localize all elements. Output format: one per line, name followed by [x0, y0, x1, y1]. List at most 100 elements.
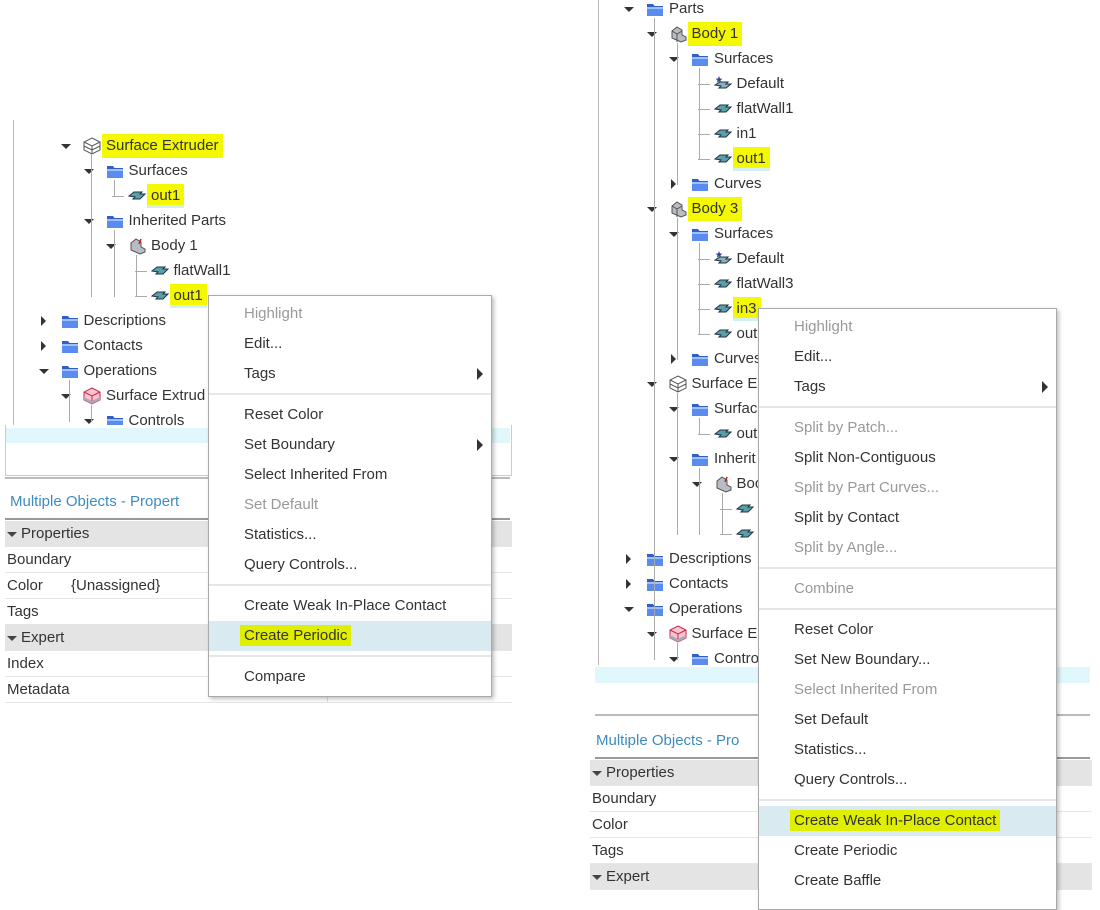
collapse-arrow-icon[interactable]	[669, 447, 679, 471]
menu-item-edit[interactable]: Edit...	[209, 329, 491, 359]
tree-guide-line	[676, 643, 678, 660]
expand-arrow-icon[interactable]	[669, 172, 679, 196]
menu-item-create-periodic[interactable]: Create Periodic	[759, 836, 1056, 866]
menu-item-set-default[interactable]: Set Default	[759, 705, 1056, 735]
tree-item-default[interactable]: Default	[599, 72, 1091, 96]
menu-item-label: Create Baffle	[794, 872, 882, 889]
tree-item-label: Inherited Parts	[128, 212, 227, 229]
menu-item-label: Create Weak In-Place Contact	[790, 810, 1001, 831]
menu-item-select-inherited-from[interactable]: Select Inherited From	[759, 675, 1056, 705]
menu-item-label: Statistics...	[244, 526, 317, 543]
menu-item-set-default[interactable]: Set Default	[209, 490, 491, 520]
property-label: Index	[7, 655, 44, 672]
menu-item-reset-color[interactable]: Reset Color	[209, 400, 491, 430]
collapse-arrow-icon[interactable]	[646, 197, 657, 221]
tree-item-label: Surface Extruder	[102, 134, 223, 158]
tree-item-flatwall3[interactable]: flatWall3	[599, 272, 1091, 296]
menu-item-tags[interactable]: Tags	[759, 372, 1056, 402]
collapse-arrow-icon[interactable]	[669, 647, 679, 665]
menu-item-create-periodic[interactable]: Create Periodic	[209, 621, 491, 651]
menu-item-query-controls[interactable]: Query Controls...	[759, 765, 1056, 795]
collapse-arrow-icon[interactable]	[646, 22, 657, 46]
menu-item-statistics[interactable]: Statistics...	[759, 735, 1056, 765]
menu-item-split-by-angle[interactable]: Split by Angle...	[759, 533, 1056, 563]
menu-item-split-by-part-curves[interactable]: Split by Part Curves...	[759, 473, 1056, 503]
property-value[interactable]: {Unassigned}	[71, 573, 160, 598]
menu-item-highlight[interactable]: Highlight	[209, 299, 491, 329]
tree-item-out1[interactable]: out1	[599, 147, 1091, 171]
tree-item-in1[interactable]: in1	[599, 122, 1091, 146]
tree-item-label: Parts	[669, 0, 705, 17]
collapse-arrow-icon[interactable]	[38, 359, 49, 383]
menu-item-tags[interactable]: Tags	[209, 359, 491, 389]
menu-item-select-inherited-from[interactable]: Select Inherited From	[209, 460, 491, 490]
collapse-arrow-icon[interactable]	[61, 134, 71, 158]
menu-item-set-new-boundary[interactable]: Set New Boundary...	[759, 645, 1056, 675]
tree-item-body-1[interactable]: Body 1	[14, 234, 511, 258]
expand-arrow-icon[interactable]	[39, 334, 49, 358]
collapse-arrow-icon[interactable]	[669, 222, 679, 246]
collapse-arrow-icon[interactable]	[83, 159, 94, 183]
menu-item-create-weak-in-place-contact[interactable]: Create Weak In-Place Contact	[759, 806, 1056, 836]
expand-arrow-icon[interactable]	[624, 547, 634, 571]
tree-item-curves[interactable]: Curves	[599, 172, 1091, 196]
surface-icon	[713, 275, 732, 293]
surface-icon	[713, 100, 732, 118]
menu-item-compare[interactable]: Compare	[209, 662, 491, 692]
menu-separator	[759, 799, 1056, 801]
collapse-arrow-icon[interactable]	[646, 622, 657, 646]
collapse-arrow-icon[interactable]	[61, 384, 71, 408]
tree-item-surfaces[interactable]: Surfaces	[599, 47, 1091, 71]
tree-item-label: Operations	[83, 362, 157, 379]
collapse-arrow-icon[interactable]	[83, 409, 94, 425]
tree-item-surfaces[interactable]: Surfaces	[14, 159, 511, 183]
tree-item-label: out1	[732, 147, 770, 171]
property-label: Tags	[592, 842, 624, 859]
tree-item-body-3[interactable]: Body 3	[599, 197, 1091, 221]
menu-item-set-boundary[interactable]: Set Boundary	[209, 430, 491, 460]
cad-body-icon	[714, 475, 732, 493]
menu-item-create-baffle[interactable]: Create Baffle	[759, 866, 1056, 896]
menu-item-split-non-contiguous[interactable]: Split Non-Contiguous	[759, 443, 1056, 473]
tree-item-body-1[interactable]: Body 1	[599, 22, 1091, 46]
menu-item-create-weak-in-place-contact[interactable]: Create Weak In-Place Contact	[209, 591, 491, 621]
collapse-arrow-icon[interactable]	[646, 372, 657, 396]
tree-item-label: flatWall1	[173, 262, 231, 279]
expand-arrow-icon[interactable]	[39, 309, 49, 333]
tree-item-label: Operations	[669, 600, 743, 617]
menu-item-query-controls[interactable]: Query Controls...	[209, 550, 491, 580]
menu-item-statistics[interactable]: Statistics...	[209, 520, 491, 550]
tree-item-out1[interactable]: out1	[14, 184, 511, 208]
tree-item-surfaces[interactable]: Surfaces	[599, 222, 1091, 246]
menu-item-highlight[interactable]: Highlight	[759, 312, 1056, 342]
tree-item-parts[interactable]: Parts	[599, 0, 1091, 21]
tree-item-flatwall1[interactable]: flatWall1	[599, 97, 1091, 121]
menu-item-split-by-patch[interactable]: Split by Patch...	[759, 413, 1056, 443]
collapse-arrow-icon[interactable]	[624, 0, 634, 21]
collapse-arrow-icon[interactable]	[669, 47, 679, 71]
collapse-arrow-icon[interactable]	[691, 472, 702, 496]
expand-arrow-icon[interactable]	[624, 572, 634, 596]
menu-item-split-by-contact[interactable]: Split by Contact	[759, 503, 1056, 533]
collapse-arrow-icon[interactable]	[669, 397, 679, 421]
menu-item-label: Query Controls...	[794, 771, 908, 788]
tree-item-label: Surfaces	[714, 50, 774, 67]
tree-item-label: Contacts	[669, 575, 729, 592]
menu-item-edit[interactable]: Edit...	[759, 342, 1056, 372]
tree-item-inherited-parts[interactable]: Inherited Parts	[14, 209, 511, 233]
extruder-part-icon	[83, 137, 101, 155]
collapse-arrow-icon[interactable]	[106, 234, 116, 258]
menu-item-reset-color[interactable]: Reset Color	[759, 615, 1056, 645]
tree-item-label: Descriptions	[83, 312, 167, 329]
menu-item-label: Split by Contact	[794, 509, 900, 526]
tree-item-flatwall1[interactable]: flatWall1	[14, 259, 511, 283]
collapse-arrow-icon[interactable]	[624, 597, 634, 621]
menu-item-combine[interactable]: Combine	[759, 574, 1056, 604]
tree-item-default[interactable]: Default	[599, 247, 1091, 271]
folder-icon	[691, 225, 709, 243]
collapse-arrow-icon[interactable]	[83, 209, 94, 233]
tree-item-label: in3	[732, 297, 761, 321]
tree-item-label: Body 1	[151, 237, 198, 254]
tree-item-surface-extruder[interactable]: Surface Extruder	[14, 134, 511, 158]
expand-arrow-icon[interactable]	[669, 347, 679, 371]
